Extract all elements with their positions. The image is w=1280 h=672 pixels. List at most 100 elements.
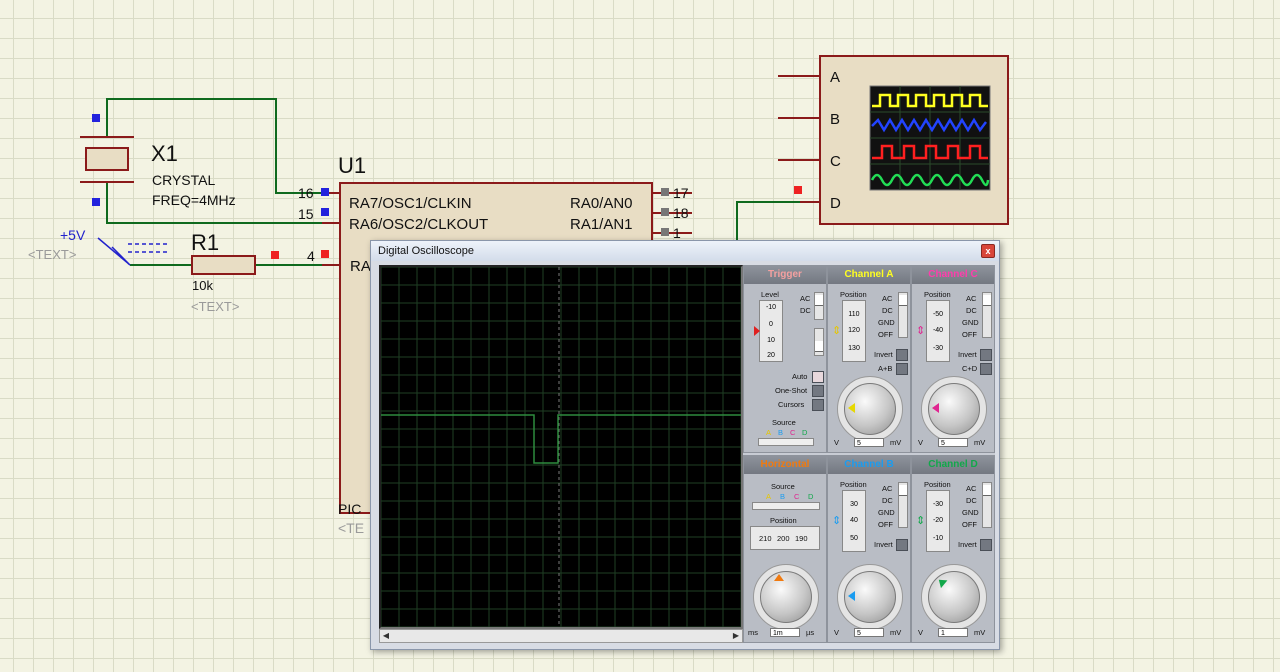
invert-label: Invert	[958, 350, 977, 359]
scope-channel-label: A	[830, 69, 840, 86]
tick: -30	[932, 501, 944, 508]
crystal-type: CRYSTAL	[152, 172, 215, 188]
coupling-label: OFF	[962, 520, 977, 529]
sum-button[interactable]	[896, 363, 908, 375]
power-text: <TEXT>	[28, 247, 76, 262]
close-button[interactable]: x	[981, 244, 995, 258]
coupling-label: AC	[882, 484, 893, 493]
unit-label: mV	[974, 628, 986, 637]
coupling-label: GND	[878, 318, 895, 327]
position-arrow-icon: ⇕	[832, 325, 842, 337]
resistor-ref: R1	[191, 230, 219, 255]
unit-right: µs	[806, 628, 815, 637]
position-scale[interactable]: 210 200 190	[750, 526, 820, 550]
tick: 50	[850, 535, 858, 542]
tick: 200	[777, 534, 790, 543]
source-label: Source	[772, 418, 796, 427]
level-scale[interactable]: -10 0 10 20	[759, 300, 783, 362]
volts-value: 5	[854, 438, 884, 447]
volts-value: 5	[938, 438, 968, 447]
coupling-label: GND	[878, 508, 895, 517]
timebase-value: 1m	[770, 628, 800, 637]
position-scale[interactable]: -50 -40 -30	[926, 300, 950, 362]
channel-a-header: Channel A	[828, 266, 910, 284]
pin-num: 18	[673, 205, 689, 221]
source-slider[interactable]	[752, 502, 820, 510]
position-scale[interactable]: 30 40 50	[842, 490, 866, 552]
position-label: Position	[840, 290, 867, 299]
position-scale[interactable]: 110 120 130	[842, 300, 866, 362]
position-label: Position	[840, 480, 867, 489]
tick: 0	[769, 321, 773, 328]
pin-num: 15	[298, 206, 314, 222]
tick: 30	[850, 501, 858, 508]
tick: 110	[848, 311, 860, 318]
coupling-switch[interactable]	[814, 292, 824, 320]
invert-button[interactable]	[980, 349, 992, 361]
knob-pointer-icon	[848, 403, 855, 413]
tick: 190	[795, 534, 808, 543]
scroll-left-icon[interactable]: ◀	[380, 630, 392, 642]
source-a: A	[766, 428, 772, 437]
control-panel: Trigger Level -10 0 10 20 AC DC Auto One…	[743, 265, 995, 643]
source-b: B	[780, 492, 786, 501]
unit-label: mV	[890, 628, 902, 637]
oscilloscope-window[interactable]: Digital Oscilloscope x ◀ ▶ Trigger Level…	[370, 240, 1000, 650]
crystal-x1[interactable]	[80, 136, 134, 183]
pin-name: RA0/AN0	[570, 195, 633, 212]
invert-button[interactable]	[896, 539, 908, 551]
unit-label: mV	[890, 438, 902, 447]
oscilloscope-titlebar[interactable]: Digital Oscilloscope x	[371, 241, 999, 261]
sum-label: A+B	[878, 364, 893, 373]
sum-label: C+D	[962, 364, 978, 373]
cursors-button[interactable]	[812, 399, 824, 411]
position-scale[interactable]: -30 -20 -10	[926, 490, 950, 552]
sum-button[interactable]	[980, 363, 992, 375]
volts-knob[interactable]	[928, 571, 980, 623]
resistor-value: 10k	[192, 278, 213, 293]
pin-marker	[92, 198, 100, 206]
edge-switch[interactable]	[814, 328, 824, 356]
invert-button[interactable]	[980, 539, 992, 551]
level-label: Level	[761, 290, 779, 299]
trigger-section: Trigger Level -10 0 10 20 AC DC Auto One…	[743, 265, 827, 453]
coupling-switch[interactable]	[898, 292, 908, 338]
coupling-label: OFF	[878, 330, 893, 339]
pin-marker	[92, 114, 100, 122]
pin-marker	[271, 251, 279, 259]
pin-name: RA	[350, 258, 371, 275]
v-label: V	[918, 628, 924, 637]
channel-a-section: Channel A Position 110 120 130 ⇕ AC DC G…	[827, 265, 911, 453]
horizontal-scrollbar[interactable]: ◀ ▶	[379, 629, 743, 643]
coupling-label: GND	[962, 508, 979, 517]
scope-channel-label: B	[830, 111, 840, 128]
pin-marker	[321, 188, 329, 196]
source-slider[interactable]	[758, 438, 814, 446]
tick: 20	[767, 352, 775, 359]
v-label: V	[834, 438, 840, 447]
horizontal-header: Horizontal	[744, 456, 826, 474]
timebase-knob[interactable]	[760, 571, 812, 623]
crystal-ref: X1	[151, 141, 178, 166]
invert-button[interactable]	[896, 349, 908, 361]
source-d: D	[802, 428, 808, 437]
tick: -10	[932, 535, 944, 542]
resistor-r1[interactable]	[191, 255, 256, 275]
coupling-label: DC	[800, 306, 811, 315]
position-arrow-icon: ⇕	[916, 325, 926, 337]
mode-label: Cursors	[778, 400, 805, 409]
scroll-right-icon[interactable]: ▶	[730, 630, 742, 642]
coupling-switch[interactable]	[898, 482, 908, 528]
auto-button[interactable]	[812, 371, 824, 383]
source-a: A	[766, 492, 772, 501]
tick: -30	[932, 345, 944, 352]
coupling-switch[interactable]	[982, 482, 992, 528]
power-label: +5V	[60, 227, 86, 243]
source-label: Source	[771, 482, 795, 491]
tick: -20	[932, 517, 944, 524]
pin-name: RA7/OSC1/CLKIN	[349, 195, 472, 212]
scope-preview-icon	[869, 85, 991, 191]
coupling-switch[interactable]	[982, 292, 992, 338]
coupling-label: DC	[882, 496, 893, 505]
one-shot-button[interactable]	[812, 385, 824, 397]
